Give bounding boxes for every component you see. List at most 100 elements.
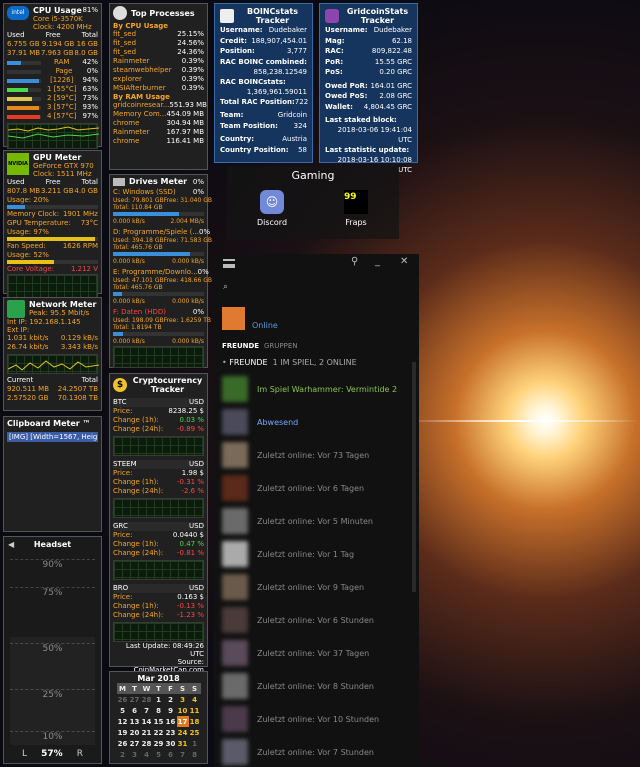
minimize-button[interactable]: _	[375, 256, 380, 267]
scrollbar[interactable]	[412, 362, 416, 592]
tab-friends[interactable]: FREUNDE	[222, 342, 259, 350]
grc-staked: 2018-03-06 19:41:04 UTC	[337, 126, 412, 144]
calendar-day[interactable]: 29	[153, 738, 165, 749]
calendar-day[interactable]: 13	[129, 716, 141, 727]
calendar-day[interactable]: 5	[117, 705, 129, 716]
drive-io: 0.000 kB/s 2.004 MB/s	[113, 217, 204, 226]
friend-row[interactable]: Zuletzt online: Vor 7 Stunden	[222, 739, 374, 765]
calendar-day[interactable]: 26	[117, 694, 129, 705]
drive-percent: 0%	[197, 268, 209, 276]
friend-avatar	[222, 508, 248, 534]
calendar-day[interactable]: 27	[129, 738, 141, 749]
friend-row[interactable]: Im Spiel Warhammer: Vermintide 2	[222, 376, 397, 402]
calendar-day[interactable]: 27	[129, 694, 141, 705]
tab-groups[interactable]: GRUPPEN	[264, 342, 298, 350]
fraps-shortcut[interactable]: 99 Fraps	[339, 190, 373, 227]
calendar-day[interactable]: 24	[177, 727, 189, 738]
drive-used: Used: 47.101 GB	[113, 277, 164, 284]
calendar-day[interactable]: 16	[165, 716, 177, 727]
boinc-team-pos: 324	[293, 121, 307, 130]
drive-entry: C: Windows (SSD) 0% Used: 79.801 GB Free: 3…	[113, 188, 212, 226]
calendar-day[interactable]: 15	[153, 716, 165, 727]
drive-io: 0.000 kB/s 0.000 kB/s	[113, 337, 204, 346]
calendar-day[interactable]: 31	[177, 738, 189, 749]
self-avatar[interactable]	[222, 307, 245, 330]
current-down: 920.511 MB	[7, 385, 50, 393]
calendar-day[interactable]: 6	[165, 749, 177, 760]
clipboard-title: Clipboard Meter ™	[7, 419, 91, 428]
calendar-day[interactable]: 4	[189, 694, 201, 705]
calendar-day[interactable]: 6	[129, 705, 141, 716]
friends-section-header: • FREUNDE 1 IM SPIEL, 2 ONLINE	[222, 358, 357, 367]
hamburger-icon[interactable]	[223, 259, 235, 268]
calendar-day[interactable]: 19	[117, 727, 129, 738]
search-icon[interactable]: ⌕	[223, 282, 228, 292]
calendar-day[interactable]: 25	[189, 727, 201, 738]
calendar-day[interactable]: 1	[153, 694, 165, 705]
boinc-total-rac: 722	[294, 97, 309, 106]
gpu-voltage: 1.212 V	[70, 265, 98, 273]
discord-shortcut[interactable]: ☺ Discord	[255, 190, 289, 227]
friend-row[interactable]: Zuletzt online: Vor 37 Tagen	[222, 640, 369, 666]
calendar-day[interactable]: 8	[189, 749, 201, 760]
calendar-day[interactable]: 14	[141, 716, 153, 727]
drive-name: C: Windows (SSD)	[113, 188, 176, 196]
friend-row[interactable]: Zuletzt online: Vor 9 Tagen	[222, 574, 364, 600]
friend-row[interactable]: Abwesend	[222, 409, 298, 435]
gpu-temp-label: GPU Temperature:	[7, 219, 71, 227]
friend-row[interactable]: Zuletzt online: Vor 6 Stunden	[222, 607, 374, 633]
coin-graph	[113, 560, 204, 580]
process-value: 551.93 MB	[169, 101, 207, 109]
calendar-week: 26 27 28 1 2 3 4	[117, 694, 201, 705]
calendar-day[interactable]: 7	[177, 749, 189, 760]
friend-row[interactable]: Zuletzt online: Vor 10 Stunden	[222, 706, 379, 732]
calendar-day[interactable]: 5	[153, 749, 165, 760]
friend-row[interactable]: Zuletzt online: Vor 73 Tagen	[222, 442, 369, 468]
calendar-day[interactable]: 2	[165, 694, 177, 705]
headset-tick-75: 75%	[10, 587, 95, 598]
calendar-day[interactable]: 23	[165, 727, 177, 738]
close-icon[interactable]: ✕	[400, 256, 408, 267]
calendar-day[interactable]: 26	[117, 738, 129, 749]
calendar-day[interactable]: 3	[129, 749, 141, 760]
calendar-day[interactable]: 4	[141, 749, 153, 760]
page-used: 37.91 MB	[7, 49, 41, 57]
clipboard-item[interactable]: [IMG] [Width=1567, Height...	[7, 432, 98, 442]
coin-c1-value: 0.03 %	[179, 416, 204, 424]
calendar-day[interactable]: 28	[141, 738, 153, 749]
calendar-day[interactable]: 28	[141, 694, 153, 705]
calendar-day[interactable]: 21	[141, 727, 153, 738]
add-friend-icon[interactable]: ⚲	[351, 256, 358, 267]
calendar-day[interactable]: 9	[165, 705, 177, 716]
cpu-row: 2 [59°C] 73%	[7, 94, 98, 103]
process-value: 304.94 MB	[166, 119, 204, 127]
coin-header: BTC USD	[113, 398, 204, 407]
coin-c1-label: Change (1h):	[113, 540, 159, 548]
network-graph	[7, 354, 100, 374]
calendar-day[interactable]: 12	[117, 716, 129, 727]
friend-row[interactable]: Zuletzt online: Vor 8 Stunden	[222, 673, 374, 699]
calendar-day[interactable]: 1	[189, 738, 201, 749]
calendar-day[interactable]: 3	[177, 694, 189, 705]
drive-total: Total: 465.76 GB	[113, 244, 163, 251]
calendar-day[interactable]: 10	[177, 705, 189, 716]
friend-row[interactable]: Zuletzt online: Vor 6 Tagen	[222, 475, 364, 501]
friend-row[interactable]: Zuletzt online: Vor 1 Tag	[222, 541, 354, 567]
calendar-day[interactable]: 20	[129, 727, 141, 738]
drive-io: 0.000 kB/s 0.000 kB/s	[113, 297, 204, 306]
headset-level-bar[interactable]	[10, 636, 95, 745]
friend-status: Zuletzt online: Vor 1 Tag	[257, 549, 355, 559]
calendar-day[interactable]: 11	[189, 705, 201, 716]
calendar-day[interactable]: 30	[165, 738, 177, 749]
calendar-day[interactable]: 2	[117, 749, 129, 760]
calendar-day[interactable]: 7	[141, 705, 153, 716]
calendar-day[interactable]: 18	[189, 716, 201, 727]
coin-price-label: Price:	[113, 531, 133, 539]
coin-symbol: BTC	[113, 398, 127, 406]
friend-row[interactable]: Zuletzt online: Vor 5 Minuten	[222, 508, 373, 534]
calendar-day[interactable]: 8	[153, 705, 165, 716]
process-value: 0.39%	[181, 75, 204, 83]
process-row: explorer 0.39%	[113, 75, 204, 84]
calendar-day[interactable]: 17	[176, 716, 189, 727]
calendar-day[interactable]: 22	[153, 727, 165, 738]
